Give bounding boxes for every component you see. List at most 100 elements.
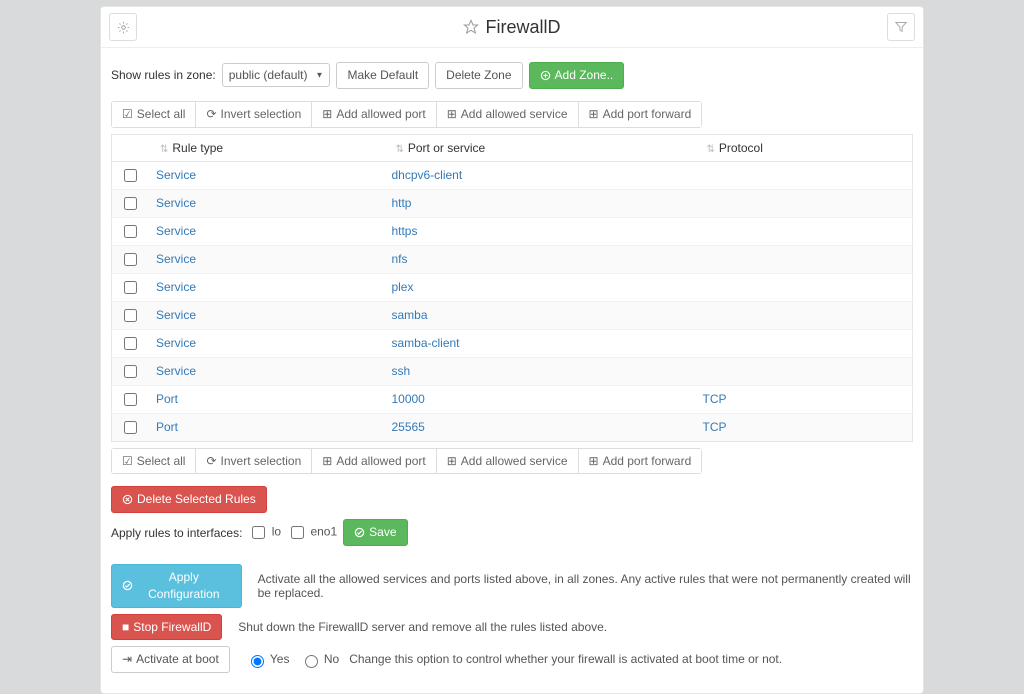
col-checkbox	[112, 134, 149, 161]
refresh-icon: ⟳	[206, 106, 216, 123]
rule-value-link[interactable]: http	[391, 196, 411, 210]
select-all-label: Select all	[137, 106, 186, 123]
rule-type-link[interactable]: Service	[156, 308, 196, 322]
row-checkbox[interactable]	[124, 365, 137, 378]
apply-conf-help: Activate all the allowed services and po…	[258, 572, 913, 600]
rule-value-link[interactable]: ssh	[391, 364, 410, 378]
apply-conf-label: Apply Configuration	[137, 569, 231, 603]
row-checkbox[interactable]	[124, 393, 137, 406]
table-row: Service https	[112, 217, 913, 245]
zone-select-value: public (default)	[229, 68, 308, 82]
col-rule-type[interactable]: Rule type	[148, 134, 383, 161]
check-icon: ☑	[122, 453, 133, 470]
table-row: Port 25565 TCP	[112, 413, 913, 441]
rule-type-link[interactable]: Service	[156, 252, 196, 266]
rule-value-link[interactable]: nfs	[391, 252, 407, 266]
add-port-button[interactable]: ⊞ Add allowed port	[312, 102, 436, 127]
filter-icon	[895, 21, 907, 33]
add-service-button[interactable]: ⊞ Add allowed service	[437, 102, 579, 127]
delete-selected-button[interactable]: Delete Selected Rules	[111, 486, 267, 513]
table-row: Service ssh	[112, 357, 913, 385]
activate-at-boot-button[interactable]: ⇥ Activate at boot	[111, 646, 230, 673]
rules-table: Rule type Port or service Protocol Servi…	[111, 134, 913, 442]
check-circle-icon	[354, 527, 365, 538]
rule-type-link[interactable]: Service	[156, 168, 196, 182]
stop-firewalld-button[interactable]: ■ Stop FirewallD	[111, 614, 222, 641]
plus-icon: ⊞	[447, 453, 457, 470]
rule-type-link[interactable]: Port	[156, 392, 178, 406]
iface-lo-checkbox[interactable]	[252, 526, 265, 539]
boot-no[interactable]: No	[300, 652, 340, 666]
apply-configuration-button[interactable]: Apply Configuration	[111, 564, 242, 608]
sort-icon	[702, 144, 718, 155]
add-forward-button[interactable]: ⊞ Add port forward	[579, 102, 702, 127]
rule-value-link[interactable]: plex	[391, 280, 413, 294]
rule-value-link[interactable]: samba-client	[391, 336, 459, 350]
invert-selection-button[interactable]: ⟳ Invert selection	[196, 449, 312, 474]
row-checkbox[interactable]	[124, 309, 137, 322]
iface-eno1[interactable]: eno1	[287, 523, 337, 542]
refresh-icon: ⟳	[206, 453, 216, 470]
rule-value-link[interactable]: samba	[391, 308, 427, 322]
delete-selected-label: Delete Selected Rules	[137, 491, 256, 508]
add-service-label: Add allowed service	[461, 106, 568, 123]
rule-proto-link[interactable]: TCP	[702, 392, 726, 406]
rule-type-link[interactable]: Service	[156, 224, 196, 238]
table-row: Service samba	[112, 301, 913, 329]
apply-row: Apply Configuration Activate all the all…	[111, 564, 913, 608]
rule-value-link[interactable]: 10000	[391, 392, 424, 406]
row-checkbox[interactable]	[124, 197, 137, 210]
add-port-button[interactable]: ⊞ Add allowed port	[312, 449, 436, 474]
plus-icon: ⊞	[589, 453, 599, 470]
row-checkbox[interactable]	[124, 337, 137, 350]
toggle-icon: ⇥	[122, 651, 132, 668]
x-circle-icon	[122, 494, 133, 505]
stop-icon: ■	[122, 619, 129, 636]
select-all-button[interactable]: ☑ Select all	[112, 449, 196, 474]
iface-lo[interactable]: lo	[248, 523, 281, 542]
rule-value-link[interactable]: 25565	[391, 420, 424, 434]
rule-value-link[interactable]: dhcpv6-client	[391, 168, 462, 182]
row-checkbox[interactable]	[124, 225, 137, 238]
col-protocol[interactable]: Protocol	[694, 134, 912, 161]
row-checkbox[interactable]	[124, 253, 137, 266]
boot-yes[interactable]: Yes	[246, 652, 290, 666]
zone-select[interactable]: public (default)	[222, 63, 331, 87]
check-circle-icon	[122, 580, 133, 591]
save-button[interactable]: Save	[343, 519, 407, 546]
filter-button[interactable]	[887, 13, 915, 41]
table-row: Service http	[112, 189, 913, 217]
invert-selection-button[interactable]: ⟳ Invert selection	[196, 102, 312, 127]
rule-type-link[interactable]: Service	[156, 196, 196, 210]
iface-eno1-checkbox[interactable]	[291, 526, 304, 539]
add-forward-button[interactable]: ⊞ Add port forward	[579, 449, 702, 474]
boot-yes-radio[interactable]	[251, 655, 264, 668]
table-row: Service samba-client	[112, 329, 913, 357]
boot-options: Yes No Change this option to control whe…	[246, 652, 782, 668]
star-icon	[463, 19, 479, 35]
boot-no-radio[interactable]	[305, 655, 318, 668]
row-checkbox[interactable]	[124, 281, 137, 294]
sort-icon	[156, 144, 172, 155]
select-all-button[interactable]: ☑ Select all	[112, 102, 196, 127]
delete-zone-button[interactable]: Delete Zone	[435, 62, 522, 89]
rule-type-link[interactable]: Service	[156, 364, 196, 378]
col-port-service[interactable]: Port or service	[383, 134, 694, 161]
rule-type-link[interactable]: Service	[156, 280, 196, 294]
make-default-button[interactable]: Make Default	[336, 62, 429, 89]
rule-value-link[interactable]: https	[391, 224, 417, 238]
rule-type-link[interactable]: Service	[156, 336, 196, 350]
row-checkbox[interactable]	[124, 421, 137, 434]
stop-help: Shut down the FirewallD server and remov…	[238, 620, 607, 634]
table-row: Port 10000 TCP	[112, 385, 913, 413]
add-service-button[interactable]: ⊞ Add allowed service	[437, 449, 579, 474]
rule-proto-link[interactable]: TCP	[702, 420, 726, 434]
add-port-label: Add allowed port	[336, 106, 425, 123]
settings-gear-button[interactable]	[109, 13, 137, 41]
add-zone-button[interactable]: Add Zone..	[529, 62, 625, 89]
add-zone-label: Add Zone..	[555, 67, 614, 84]
rules-toolbar-bottom: ☑ Select all ⟳ Invert selection ⊞ Add al…	[111, 448, 702, 475]
rule-type-link[interactable]: Port	[156, 420, 178, 434]
table-row: Service dhcpv6-client	[112, 161, 913, 189]
row-checkbox[interactable]	[124, 169, 137, 182]
